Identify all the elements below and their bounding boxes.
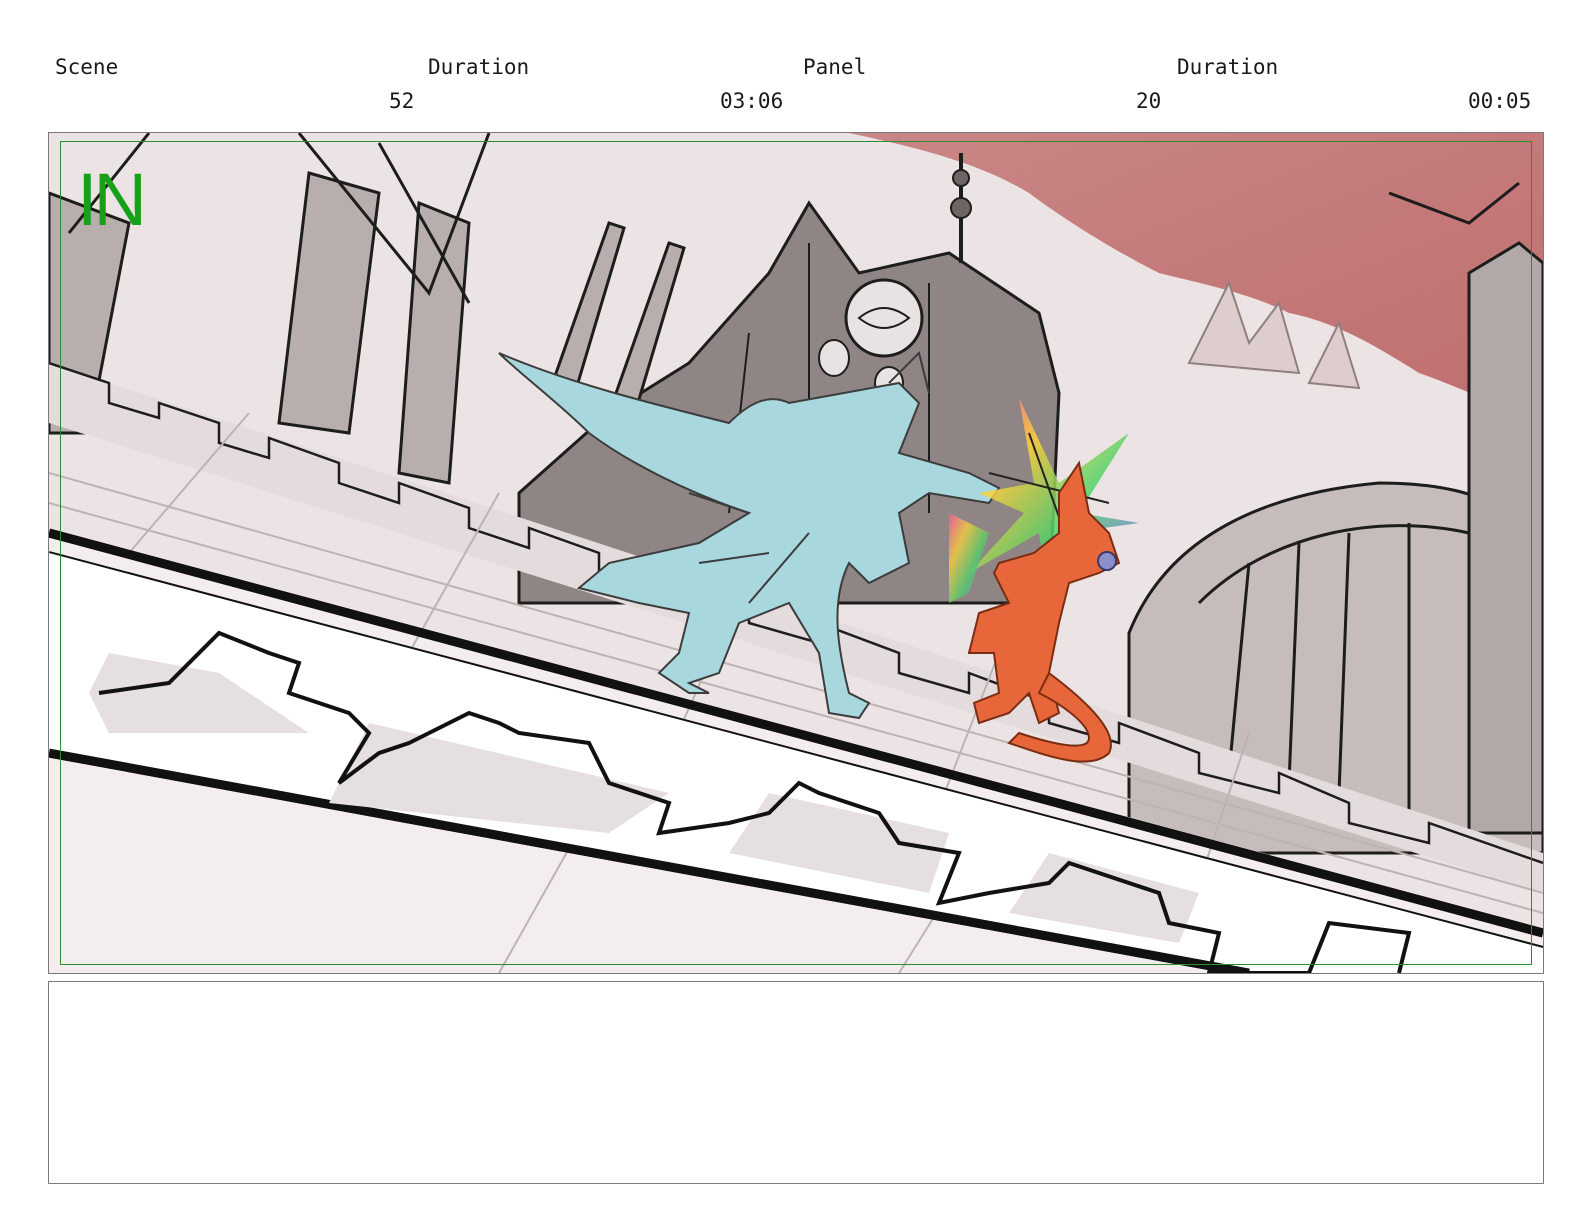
scene-duration-label: Duration bbox=[428, 55, 530, 79]
panel-label: Panel bbox=[803, 55, 867, 79]
panel-duration-label: Duration bbox=[1177, 55, 1279, 79]
scene-label: Scene bbox=[55, 55, 119, 79]
panel-notes-box[interactable] bbox=[48, 981, 1544, 1184]
scene-number: 52 bbox=[389, 89, 415, 113]
panel-number: 20 bbox=[1136, 89, 1162, 113]
storyboard-sketch bbox=[49, 133, 1543, 973]
scene-duration-value: 03:06 bbox=[720, 89, 784, 113]
transition-in-label: IN bbox=[77, 158, 147, 241]
panel-duration-value: 00:05 bbox=[1468, 89, 1532, 113]
storyboard-panel-frame: IN bbox=[48, 132, 1544, 974]
